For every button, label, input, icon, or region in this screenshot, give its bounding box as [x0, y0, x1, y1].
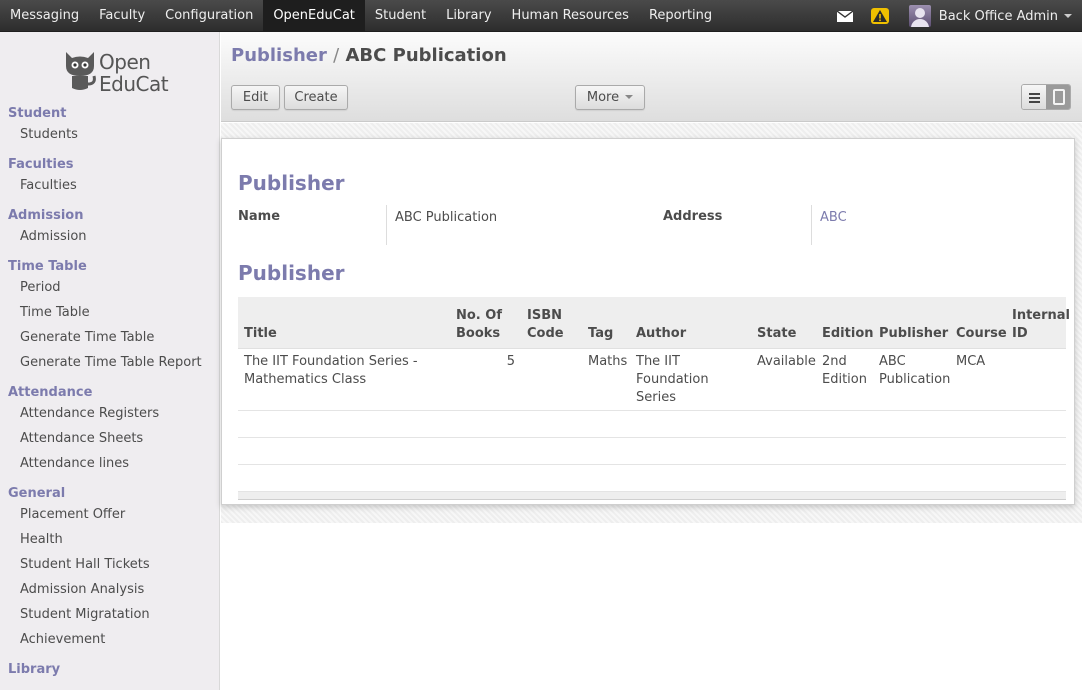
column-header[interactable]: State [751, 297, 816, 349]
column-header[interactable]: Tag [582, 297, 630, 349]
name-label: Name [238, 209, 281, 224]
empty-row [238, 437, 1066, 465]
section-faculties: Faculties [8, 157, 74, 172]
table-header-row: Title No. Of Books ISBN Code Tag Author … [238, 297, 1070, 349]
cell-author: The IIT Foundation Series [630, 348, 751, 411]
breadcrumb: Publisher / ABC Publication [231, 45, 507, 66]
cell-internal-id [1006, 348, 1066, 411]
address-link[interactable]: ABC [820, 210, 847, 225]
sidebar: Open EduCat Student Students Faculties F… [0, 32, 220, 690]
sidebar-item-students[interactable]: Students [20, 127, 78, 142]
openeducat-logo[interactable]: Open EduCat [62, 46, 169, 96]
field-divider [811, 205, 812, 245]
table-footer [238, 491, 1066, 500]
breadcrumb-current: ABC Publication [345, 45, 507, 66]
control-panel: Publisher / ABC Publication Edit Create … [221, 32, 1082, 122]
section-admission: Admission [8, 208, 84, 223]
logo-text-open: Open [99, 50, 151, 74]
section-title-publisher-books: Publisher [238, 261, 345, 285]
sidebar-item-achievement[interactable]: Achievement [20, 632, 105, 647]
view-switcher [1021, 84, 1071, 110]
cell-edition: 2nd Edition [816, 348, 873, 411]
menu-student[interactable]: Student [365, 0, 436, 32]
section-student: Student [8, 106, 67, 121]
books-table: Title No. Of Books ISBN Code Tag Author … [238, 297, 1070, 500]
cell-tag: Maths [582, 348, 630, 411]
cell-title: The IIT Foundation Series - Mathematics … [238, 348, 450, 411]
sidebar-item-attendance-registers[interactable]: Attendance Registers [20, 406, 159, 421]
sidebar-item-faculties[interactable]: Faculties [20, 178, 77, 193]
column-header[interactable]: Course [950, 297, 1007, 349]
edit-button[interactable]: Edit [231, 85, 280, 110]
logo-text-educat: EduCat [99, 72, 169, 96]
column-header[interactable]: Author [630, 297, 751, 349]
warning-icon[interactable] [870, 8, 889, 24]
user-area: Back Office Admin [836, 0, 1082, 32]
list-view-button[interactable] [1022, 85, 1046, 109]
sidebar-item-time-table[interactable]: Time Table [20, 305, 90, 320]
field-divider [386, 205, 387, 245]
cell-no-of-books: 5 [450, 348, 521, 411]
sidebar-item-attendance-sheets[interactable]: Attendance Sheets [20, 431, 143, 446]
sidebar-item-generate-time-table[interactable]: Generate Time Table [20, 330, 154, 345]
sidebar-item-placement-offer[interactable]: Placement Offer [20, 507, 125, 522]
sidebar-item-health[interactable]: Health [20, 532, 63, 547]
breadcrumb-parent[interactable]: Publisher [231, 45, 327, 66]
cell-publisher: ABC Publication [873, 348, 950, 411]
top-menu-bar: Messaging Faculty Configuration OpenEduC… [0, 0, 1082, 32]
section-attendance: Attendance [8, 385, 93, 400]
chevron-down-icon[interactable] [1064, 14, 1072, 18]
menu-configuration[interactable]: Configuration [155, 0, 263, 32]
cat-logo-icon [66, 52, 96, 90]
section-general: General [8, 486, 66, 501]
breadcrumb-separator: / [333, 45, 340, 66]
menu-openeducat[interactable]: OpenEduCat [263, 0, 365, 32]
user-name[interactable]: Back Office Admin [939, 9, 1058, 24]
caret-down-icon [625, 95, 634, 99]
sidebar-item-admission[interactable]: Admission [20, 229, 87, 244]
sidebar-item-student-migratation[interactable]: Student Migratation [20, 607, 150, 622]
menu-reporting[interactable]: Reporting [639, 0, 722, 32]
more-dropdown-button[interactable]: More [575, 85, 645, 110]
section-title-publisher: Publisher [238, 171, 345, 195]
list-icon [1029, 93, 1040, 105]
section-time-table: Time Table [8, 259, 87, 274]
section-library: Library [8, 662, 61, 677]
menu-library[interactable]: Library [436, 0, 501, 32]
cell-course: MCA [950, 348, 1006, 411]
sidebar-item-period[interactable]: Period [20, 280, 61, 295]
form-view-button[interactable] [1046, 85, 1070, 109]
table-row[interactable]: The IIT Foundation Series - Mathematics … [238, 348, 1066, 411]
menu-human-resources[interactable]: Human Resources [502, 0, 639, 32]
column-header[interactable]: No. Of Books [450, 297, 521, 349]
column-header[interactable]: ISBN Code [521, 297, 582, 349]
more-label: More [586, 90, 620, 105]
cell-state: Available [751, 348, 816, 411]
column-header[interactable]: Edition [816, 297, 874, 349]
column-header[interactable]: Internal ID [1006, 297, 1070, 349]
top-menu: Messaging Faculty Configuration OpenEduC… [0, 0, 722, 32]
avatar[interactable] [908, 5, 931, 27]
menu-faculty[interactable]: Faculty [89, 0, 155, 32]
cell-isbn-code [521, 348, 582, 411]
main-content: Publisher / ABC Publication Edit Create … [221, 32, 1082, 690]
create-button[interactable]: Create [284, 85, 348, 110]
empty-row [238, 410, 1066, 438]
envelope-icon[interactable] [836, 10, 853, 22]
form-sheet: Publisher Name ABC Publication Address A… [221, 138, 1075, 505]
column-header[interactable]: Publisher [873, 297, 950, 349]
sidebar-item-generate-time-table-report[interactable]: Generate Time Table Report [20, 355, 202, 370]
sidebar-item-admission-analysis[interactable]: Admission Analysis [20, 582, 144, 597]
menu-messaging[interactable]: Messaging [0, 0, 89, 32]
address-label: Address [663, 209, 723, 224]
form-icon [1053, 89, 1065, 105]
sidebar-item-student-hall-tickets[interactable]: Student Hall Tickets [20, 557, 150, 572]
sidebar-item-attendance-lines[interactable]: Attendance lines [20, 456, 129, 471]
empty-row [238, 464, 1066, 492]
name-value: ABC Publication [395, 210, 498, 225]
column-header[interactable]: Title [238, 297, 450, 349]
